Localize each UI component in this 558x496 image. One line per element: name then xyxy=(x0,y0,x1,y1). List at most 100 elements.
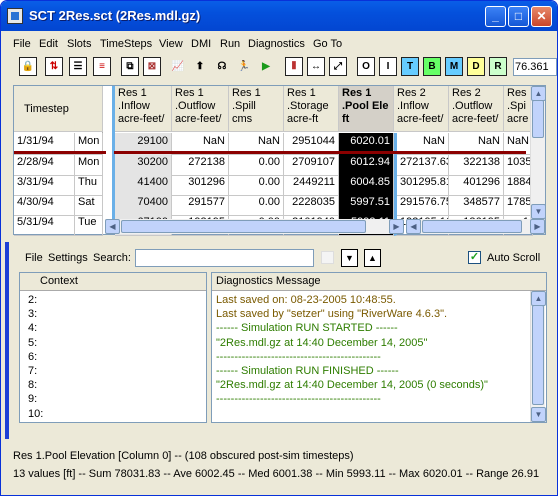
table-cell[interactable]: 0.00 xyxy=(229,194,284,216)
row-date[interactable]: 3/31/94 xyxy=(14,174,75,196)
diag-file-menu[interactable]: File xyxy=(25,252,43,264)
search-next-button[interactable]: ▼ xyxy=(341,249,358,267)
table-cell[interactable]: 1884 xyxy=(504,174,533,196)
table-cell[interactable]: 2709107 xyxy=(284,154,339,176)
menu-run[interactable]: Run xyxy=(220,38,240,50)
title-bar[interactable]: SCT 2Res.sct (2Res.mdl.gz) _ □ ✕ xyxy=(1,1,557,31)
search-prev-button[interactable]: ▲ xyxy=(364,249,381,267)
table-cell[interactable]: 1785 xyxy=(504,194,533,216)
menu-dmi[interactable]: DMI xyxy=(191,38,211,50)
maximize-button[interactable]: □ xyxy=(508,6,529,27)
edit-series-icon[interactable]: ⬆ xyxy=(191,57,209,76)
table-cell[interactable]: 301296 xyxy=(172,174,229,196)
account-icon[interactable]: ☊ xyxy=(213,57,231,76)
table-cell[interactable]: 0.00 xyxy=(229,174,284,196)
window-title: SCT 2Res.sct (2Res.mdl.gz) xyxy=(29,8,201,23)
table-cell[interactable]: 6004.85 xyxy=(339,174,394,196)
flag-m-button[interactable]: M xyxy=(445,57,463,76)
hscroll-thumb[interactable] xyxy=(121,220,366,233)
scroll-up-button[interactable]: ▲ xyxy=(531,86,546,101)
fit-all-icon[interactable]: ⤢ xyxy=(329,57,347,76)
table-cell[interactable]: 70400 xyxy=(115,194,172,216)
table-cell[interactable]: 348577 xyxy=(449,194,504,216)
menu-edit[interactable]: Edit xyxy=(39,38,58,50)
table-cell[interactable]: 291577 xyxy=(172,194,229,216)
table-cell[interactable]: 272137.63 xyxy=(394,154,449,176)
menu-timesteps[interactable]: TimeSteps xyxy=(100,38,152,50)
diag-settings-menu[interactable]: Settings xyxy=(48,252,88,264)
flag-r-button[interactable]: R xyxy=(489,57,507,76)
table-cell[interactable]: 41400 xyxy=(115,174,172,196)
table-cell[interactable]: 272138 xyxy=(172,154,229,176)
flag-d-button[interactable]: D xyxy=(467,57,485,76)
table-cell[interactable]: 5997.51 xyxy=(339,194,394,216)
scroll-left-button[interactable]: ◀ xyxy=(105,219,120,234)
flag-o-button[interactable]: O xyxy=(357,57,375,76)
diag-scroll-thumb[interactable] xyxy=(532,305,544,405)
column-header[interactable]: Res 1 .Storage acre-ft xyxy=(284,86,339,132)
diag-scroll-up-button[interactable]: ▲ xyxy=(531,291,546,306)
column-header[interactable]: Res 1 .Inflow acre-feet/ xyxy=(115,86,172,132)
diagnostic-message: Last saved on: 08-23-2005 10:48:55. xyxy=(216,294,396,306)
menu-goto[interactable]: Go To xyxy=(313,38,342,50)
scroll-thumb[interactable] xyxy=(532,100,544,138)
table-cell[interactable]: 30200 xyxy=(115,154,172,176)
close-button[interactable]: ✕ xyxy=(531,6,552,27)
table-cell[interactable]: 2228035 xyxy=(284,194,339,216)
row-date[interactable]: 5/31/94 xyxy=(14,214,75,236)
column-header[interactable]: Res 1 .Spill cms xyxy=(229,86,284,132)
scroll-down-button[interactable]: ▼ xyxy=(531,204,546,219)
menu-view[interactable]: View xyxy=(159,38,183,50)
column-header[interactable]: Res 2 .Spi acre xyxy=(504,86,533,132)
context-header[interactable]: Context xyxy=(20,273,206,291)
scroll-right-button[interactable]: ▶ xyxy=(389,219,404,234)
plot-icon[interactable]: 📈 xyxy=(169,57,187,76)
scroll-left-button-right[interactable]: ◀ xyxy=(406,219,421,234)
grid-horizontal-scrollbar-right[interactable]: ◀ ▶ xyxy=(406,219,545,234)
table-cell[interactable]: 322138 xyxy=(449,154,504,176)
column-header[interactable]: Res 1 .Pool Ele ft xyxy=(339,86,394,132)
diagnostics-header[interactable]: Diagnostics Message xyxy=(212,273,546,291)
run-man-icon[interactable]: 🏃 xyxy=(235,57,253,76)
flag-b-button[interactable]: B xyxy=(423,57,441,76)
lock-icon[interactable]: 🔒 xyxy=(19,57,37,76)
column-header-line: acre-feet/ xyxy=(452,113,499,125)
menu-diagnostics[interactable]: Diagnostics xyxy=(248,38,305,50)
timestep-header[interactable]: Timestep xyxy=(14,86,103,132)
columns-icon[interactable]: ⦀ xyxy=(285,57,303,76)
row-date[interactable]: 2/28/94 xyxy=(14,154,75,176)
diag-scroll-down-button[interactable]: ▼ xyxy=(531,407,546,422)
close-window-icon[interactable]: ⊠ xyxy=(143,57,161,76)
grid-vertical-scrollbar[interactable]: ▲ ▼ xyxy=(530,86,546,219)
sort-icon[interactable]: ⇅ xyxy=(45,57,63,76)
table-cell[interactable]: 401296 xyxy=(449,174,504,196)
fit-width-icon[interactable]: ↔ xyxy=(307,57,325,76)
menu-slots[interactable]: Slots xyxy=(67,38,91,50)
value-field[interactable]: 76.361 xyxy=(513,58,557,76)
auto-scroll-checkbox[interactable]: ✓ xyxy=(468,251,481,264)
table-cell[interactable]: 2449211 xyxy=(284,174,339,196)
grid-horizontal-scrollbar[interactable]: ◀ ▶ xyxy=(105,219,404,234)
menu-file[interactable]: File xyxy=(13,38,31,50)
column-header[interactable]: Res 1 .Outflow acre-feet/ xyxy=(172,86,229,132)
rows-icon[interactable]: ☰ xyxy=(69,57,87,76)
table-cell[interactable]: 6012.94 xyxy=(339,154,394,176)
list-icon[interactable]: ≡ xyxy=(93,57,111,76)
hscroll-thumb-right[interactable] xyxy=(422,220,522,233)
table-cell[interactable]: 301295.81 xyxy=(394,174,449,196)
row-date[interactable]: 4/30/94 xyxy=(14,194,75,216)
column-header[interactable]: Res 2 .Outflow acre-feet/ xyxy=(449,86,504,132)
table-cell[interactable]: 291576.75 xyxy=(394,194,449,216)
search-input[interactable] xyxy=(135,249,314,267)
open-window-icon[interactable]: ⧉ xyxy=(121,57,139,76)
table-cell[interactable]: 1035 xyxy=(504,154,533,176)
table-cell[interactable]: 0.00 xyxy=(229,154,284,176)
column-header[interactable]: Res 2 .Inflow acre-feet/ xyxy=(394,86,449,132)
search-color-swatch[interactable] xyxy=(321,251,334,264)
flag-i-button[interactable]: I xyxy=(379,57,397,76)
scroll-right-button-right[interactable]: ▶ xyxy=(530,219,545,234)
run-play-icon[interactable]: ▶ xyxy=(257,57,275,76)
minimize-button[interactable]: _ xyxy=(485,6,506,27)
diag-vertical-scrollbar[interactable]: ▲ ▼ xyxy=(530,291,546,422)
flag-t-button[interactable]: T xyxy=(401,57,419,76)
